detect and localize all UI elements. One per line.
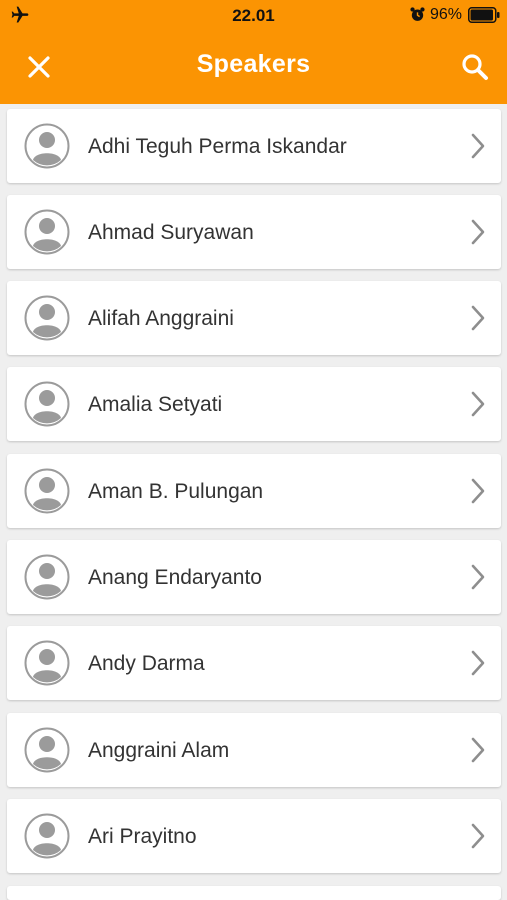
avatar-icon xyxy=(24,295,70,341)
speaker-list-item[interactable]: Anang Endaryanto xyxy=(7,540,501,614)
speaker-name: Adhi Teguh Perma Iskandar xyxy=(88,135,347,158)
speaker-list-item[interactable]: Alifah Anggraini xyxy=(7,281,501,355)
speaker-list-item-partial[interactable] xyxy=(7,886,501,900)
speaker-name: Aman B. Pulungan xyxy=(88,480,264,503)
page-title: Speakers xyxy=(196,50,311,78)
top-bar: 22.01 96% Speakers xyxy=(0,0,507,104)
speaker-list-item[interactable]: Ahmad Suryawan xyxy=(7,195,501,269)
speaker-list-item[interactable]: Andy Darma xyxy=(7,626,501,700)
avatar-icon xyxy=(24,381,70,427)
avatar-icon xyxy=(24,123,70,169)
avatar-icon xyxy=(24,813,70,859)
speaker-list-item[interactable]: Amalia Setyati xyxy=(7,367,501,441)
chevron-right-icon xyxy=(471,391,485,417)
alarm-clock-icon xyxy=(410,7,425,21)
speaker-name: Anggraini Alam xyxy=(88,739,230,762)
speaker-name: Alifah Anggraini xyxy=(88,307,234,330)
speaker-name: Andy Darma xyxy=(88,652,205,675)
speaker-name: Ahmad Suryawan xyxy=(88,221,254,244)
avatar-icon xyxy=(24,727,70,773)
speaker-name: Amalia Setyati xyxy=(88,393,223,416)
chevron-right-icon xyxy=(471,219,485,245)
speaker-list-item[interactable]: Anggraini Alam xyxy=(7,713,501,787)
status-bar: 22.01 96% xyxy=(0,0,507,30)
chevron-right-icon xyxy=(471,823,485,849)
speaker-name: Ari Prayitno xyxy=(88,825,197,848)
search-icon[interactable] xyxy=(458,50,492,84)
chevron-right-icon xyxy=(471,478,485,504)
avatar-icon xyxy=(24,640,70,686)
chevron-right-icon xyxy=(471,564,485,590)
chevron-right-icon xyxy=(471,133,485,159)
speaker-list-item[interactable]: Adhi Teguh Perma Iskandar xyxy=(7,109,501,183)
avatar-icon xyxy=(24,554,70,600)
chevron-right-icon xyxy=(471,305,485,331)
battery-icon xyxy=(468,7,500,23)
chevron-right-icon xyxy=(471,650,485,676)
speaker-name: Anang Endaryanto xyxy=(88,566,262,589)
navigation-bar: Speakers xyxy=(0,30,507,104)
speaker-list-item[interactable]: Ari Prayitno xyxy=(7,799,501,873)
battery-percentage: 96% xyxy=(430,6,463,23)
avatar-icon xyxy=(24,468,70,514)
speaker-list-item[interactable]: Aman B. Pulungan xyxy=(7,454,501,528)
avatar-icon xyxy=(24,209,70,255)
chevron-right-icon xyxy=(471,737,485,763)
